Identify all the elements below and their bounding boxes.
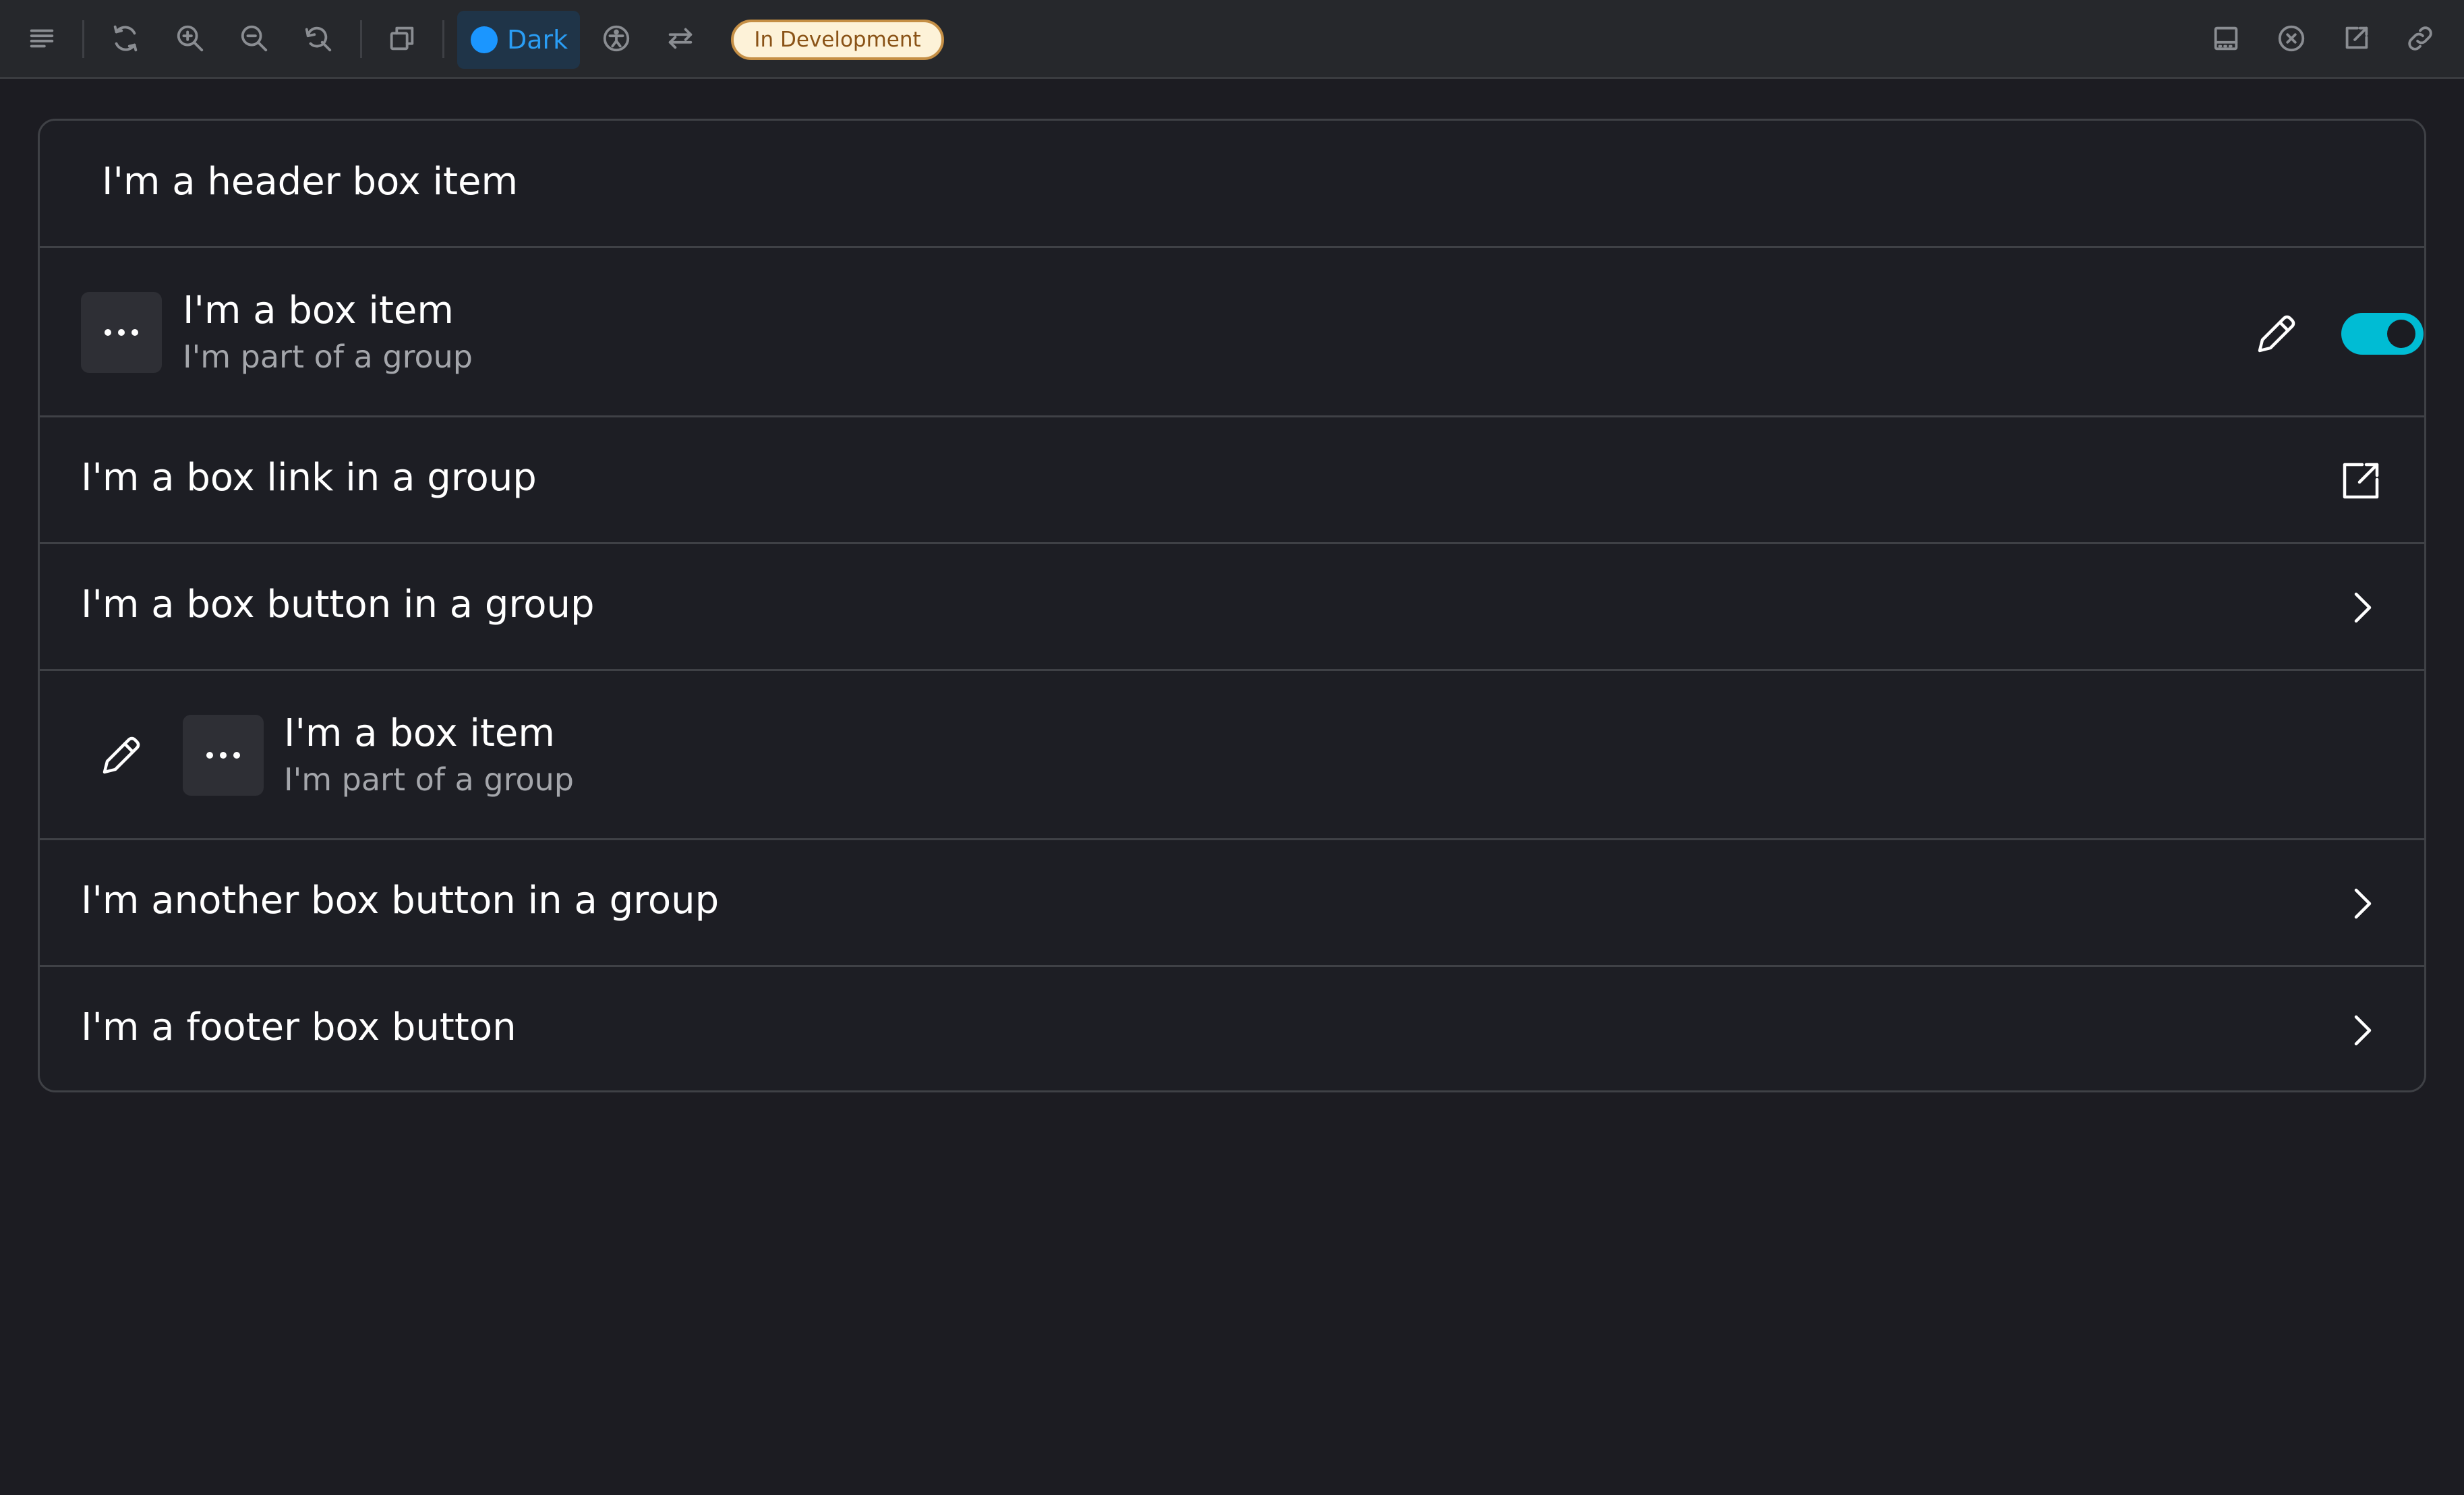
more-icon[interactable] — [81, 292, 162, 373]
footer-button-label: I'm a footer box button — [81, 1005, 517, 1049]
box-item-subtitle: I'm part of a group — [284, 761, 574, 798]
chevron-right-icon — [2345, 883, 2378, 924]
box-item: I'm a box item I'm part of a group — [40, 671, 2424, 840]
reset-zoom-icon[interactable] — [293, 13, 343, 63]
box-button[interactable]: I'm another box button in a group — [40, 840, 2424, 967]
status-badge: In Development — [731, 20, 944, 60]
swap-icon[interactable] — [655, 13, 705, 63]
chevron-right-icon — [2345, 1010, 2378, 1051]
box-item-title: I'm a box item — [183, 289, 454, 332]
toggle-knob — [2387, 320, 2415, 348]
external-link-icon — [2339, 459, 2382, 502]
rotate-icon[interactable] — [100, 13, 150, 63]
more-icon[interactable] — [183, 715, 264, 796]
box-button-label: I'm another box button in a group — [81, 879, 720, 922]
theme-switcher-button[interactable]: Dark — [457, 11, 580, 69]
storybook-toolbar: Dark In Development — [0, 0, 2464, 79]
pencil-edit-icon[interactable] — [2253, 310, 2300, 357]
box-footer-button[interactable]: I'm a footer box button — [40, 967, 2424, 1090]
theme-label: Dark — [507, 25, 568, 55]
zoom-out-icon[interactable] — [229, 13, 279, 63]
panel-bottom-icon[interactable] — [2201, 13, 2251, 63]
zoom-in-icon[interactable] — [165, 13, 215, 63]
link-icon[interactable] — [2395, 13, 2445, 63]
toolbar-divider — [360, 20, 362, 58]
chevron-right-icon — [2345, 587, 2378, 628]
menu-icon[interactable] — [17, 13, 67, 63]
box-button[interactable]: I'm a box button in a group — [40, 544, 2424, 671]
toolbar-divider — [82, 20, 84, 58]
toggle-switch[interactable] — [2341, 313, 2424, 355]
box-group: I'm a header box item I'm a box item I'm… — [38, 119, 2426, 1092]
box-item-subtitle: I'm part of a group — [183, 339, 473, 375]
box-item-title: I'm a box item — [284, 711, 555, 755]
external-link-icon[interactable] — [2331, 13, 2381, 63]
accessibility-icon[interactable] — [591, 13, 641, 63]
copy-icon[interactable] — [377, 13, 427, 63]
toolbar-divider — [442, 20, 444, 58]
box-link[interactable]: I'm a box link in a group — [40, 417, 2424, 544]
theme-color-dot — [471, 26, 498, 53]
box-link-label: I'm a box link in a group — [81, 456, 537, 500]
box-item: I'm a box item I'm part of a group — [40, 248, 2424, 417]
close-circle-icon[interactable] — [2266, 13, 2316, 63]
pencil-edit-icon[interactable] — [98, 732, 145, 779]
box-button-label: I'm a box button in a group — [81, 583, 595, 626]
box-header: I'm a header box item — [40, 121, 2424, 248]
header-title: I'm a header box item — [102, 160, 519, 204]
